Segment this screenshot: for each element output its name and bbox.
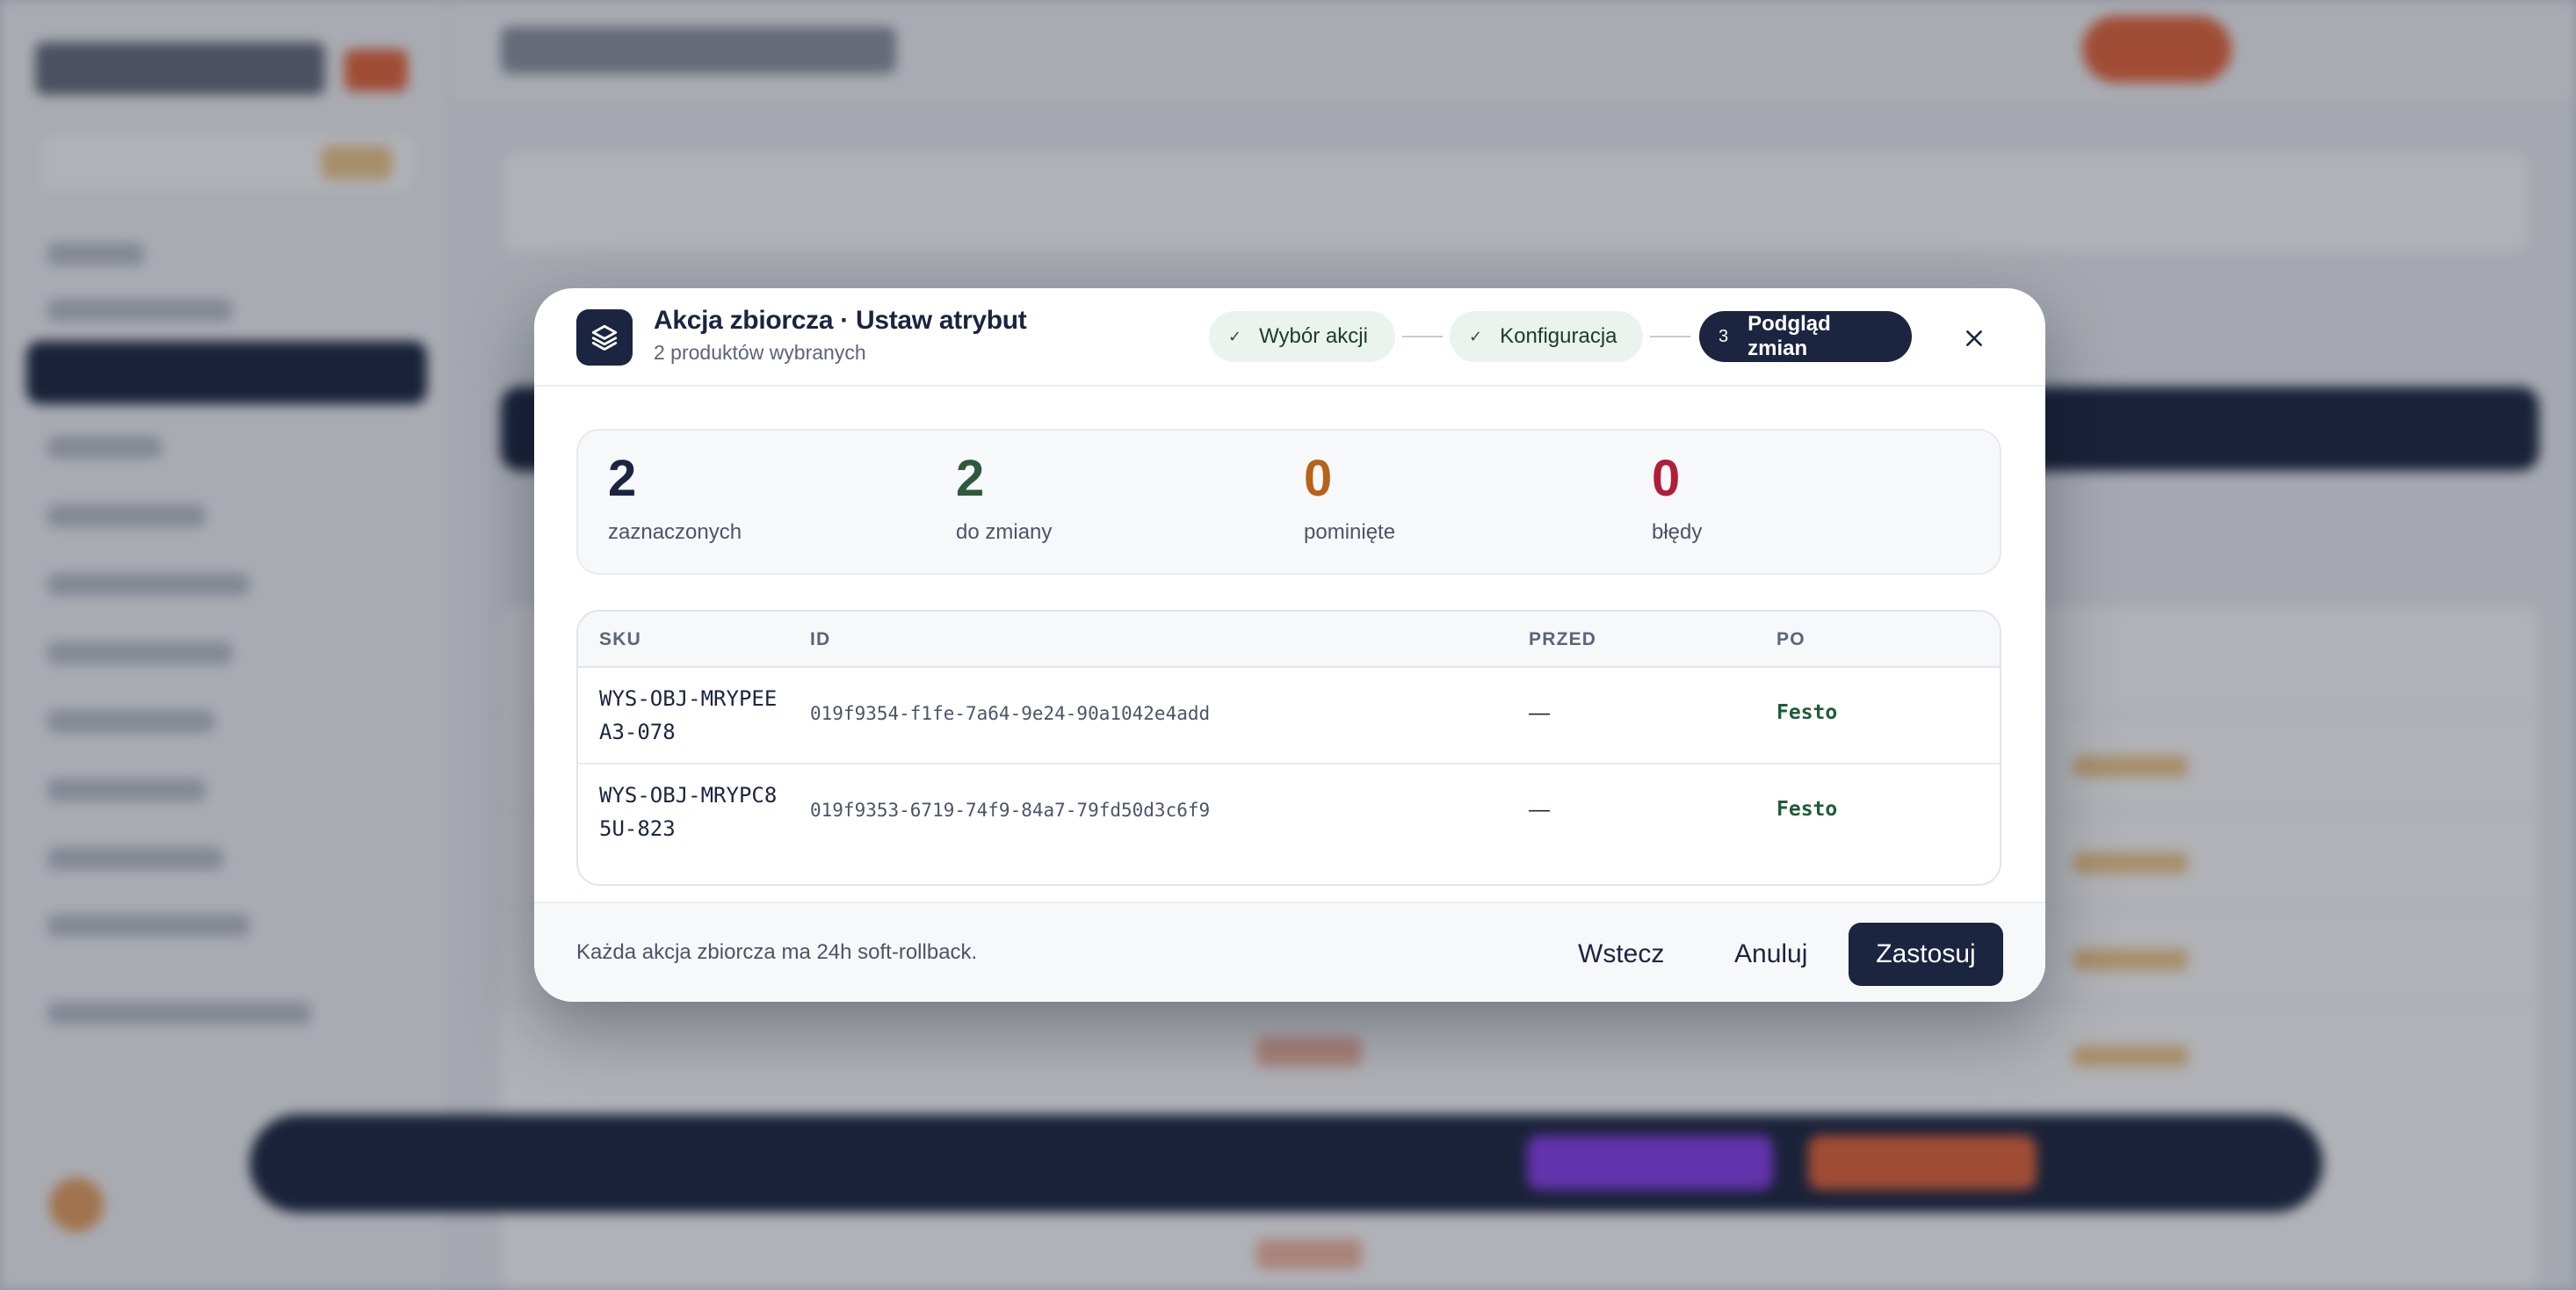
table-row: WYS-OBJ-MRYPC85U-823 019f9353-6719-74f9-… bbox=[578, 763, 2000, 858]
modal-subtitle: 2 produktów wybranych bbox=[654, 341, 866, 364]
step-number: 3 bbox=[1719, 326, 1729, 346]
cancel-button[interactable]: Anuluj bbox=[1734, 923, 1807, 986]
step-label: Konfiguracja bbox=[1500, 324, 1617, 348]
table-header: SKU ID PRZED PO bbox=[578, 612, 2000, 668]
preview-table: SKU ID PRZED PO WYS-OBJ-MRYPEEA3-078 019… bbox=[576, 610, 2001, 886]
summary-stats: 2 zaznaczonych 2 do zmiany 0 pominięte 0… bbox=[576, 429, 2001, 575]
stat-value: 0 bbox=[1652, 450, 1681, 507]
step-action-choice[interactable]: ✓ Wybór akcji bbox=[1209, 311, 1395, 362]
step-configuration[interactable]: ✓ Konfiguracja bbox=[1450, 311, 1643, 362]
stat-skipped: 0 pominięte bbox=[1304, 453, 1395, 545]
cell-after: Festo bbox=[1776, 798, 1838, 821]
stat-label: pominięte bbox=[1304, 520, 1396, 544]
apply-button[interactable]: Zastosuj bbox=[1849, 923, 2003, 986]
column-header-after: PO bbox=[1776, 629, 1805, 649]
cell-before: — bbox=[1529, 798, 1550, 822]
stat-label: błędy bbox=[1652, 520, 1703, 544]
stat-label: zaznaczonych bbox=[608, 520, 742, 544]
step-connector bbox=[1402, 336, 1443, 337]
modal-header: Akcja zbiorcza · Ustaw atrybut 2 produkt… bbox=[534, 288, 2045, 387]
stat-value: 2 bbox=[956, 450, 985, 507]
stat-to-change: 2 do zmiany bbox=[956, 453, 1052, 545]
modal-title: Akcja zbiorcza · Ustaw atrybut bbox=[654, 306, 1027, 335]
stat-label: do zmiany bbox=[956, 520, 1053, 544]
stat-selected: 2 zaznaczonych bbox=[608, 453, 742, 545]
check-icon: ✓ bbox=[1469, 327, 1483, 345]
cell-before: — bbox=[1529, 701, 1550, 725]
close-icon[interactable] bbox=[1952, 316, 1996, 360]
cell-sku: WYS-OBJ-MRYPEEA3-078 bbox=[599, 686, 778, 744]
stat-value: 0 bbox=[1304, 450, 1333, 507]
step-label: Podgląd zmian bbox=[1747, 312, 1831, 360]
rollback-note: Każda akcja zbiorcza ma 24h soft-rollbac… bbox=[576, 940, 978, 964]
cell-after: Festo bbox=[1776, 701, 1838, 724]
stat-errors: 0 błędy bbox=[1652, 453, 1702, 545]
modal-footer: Każda akcja zbiorcza ma 24h soft-rollbac… bbox=[534, 902, 2045, 1002]
step-connector bbox=[1650, 336, 1690, 337]
layers-icon bbox=[576, 309, 633, 366]
step-preview[interactable]: 3 Podgląd zmian bbox=[1699, 311, 1912, 362]
column-header-sku: SKU bbox=[599, 629, 641, 649]
column-header-before: PRZED bbox=[1529, 629, 1597, 649]
column-header-id: ID bbox=[810, 629, 831, 649]
stat-value: 2 bbox=[608, 450, 637, 507]
bulk-action-modal: Akcja zbiorcza · Ustaw atrybut 2 produkt… bbox=[534, 288, 2045, 1002]
step-label: Wybór akcji bbox=[1259, 324, 1368, 348]
cell-id: 019f9353-6719-74f9-84a7-79fd50d3c6f9 bbox=[810, 800, 1211, 821]
back-button[interactable]: Wstecz bbox=[1578, 923, 1664, 986]
table-row: WYS-OBJ-MRYPEEA3-078 019f9354-f1fe-7a64-… bbox=[578, 668, 2000, 763]
check-icon: ✓ bbox=[1228, 327, 1242, 345]
cell-id: 019f9354-f1fe-7a64-9e24-90a1042e4add bbox=[810, 703, 1211, 724]
cell-sku: WYS-OBJ-MRYPC85U-823 bbox=[599, 783, 778, 841]
